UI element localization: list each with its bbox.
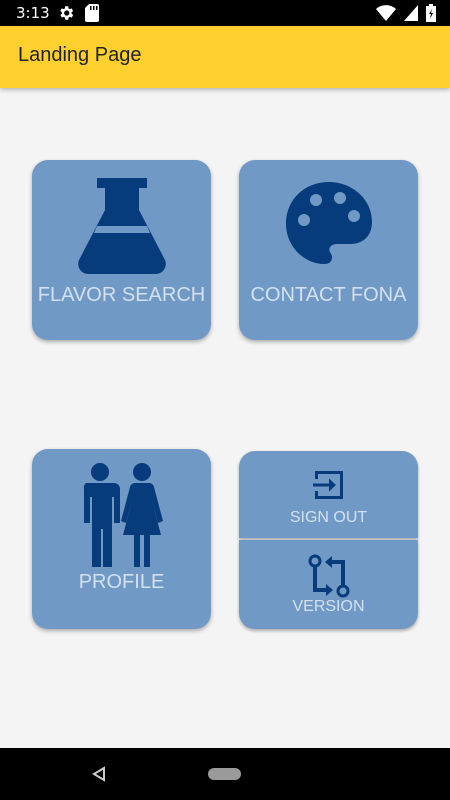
- palette-icon: [285, 182, 372, 264]
- profile-button[interactable]: PROFILE: [32, 449, 211, 629]
- status-time: 3:13: [16, 4, 50, 22]
- version-button[interactable]: VERSION: [239, 540, 418, 629]
- nav-bar: [0, 748, 450, 800]
- contact-fona-label: CONTACT FONA: [250, 284, 407, 306]
- page-title: Landing Page: [18, 44, 142, 66]
- exit-icon: [312, 471, 343, 499]
- version-label: VERSION: [292, 598, 365, 615]
- people-icon: [83, 463, 163, 567]
- flask-icon: [77, 178, 166, 274]
- signal-icon: [404, 5, 418, 21]
- battery-icon: [426, 4, 436, 22]
- sign-out-button[interactable]: SIGN OUT: [239, 451, 418, 538]
- profile-label: PROFILE: [78, 571, 165, 593]
- wifi-icon: [376, 5, 396, 21]
- flavor-search-label: FLAVOR SEARCH: [37, 284, 206, 306]
- flavor-search-button[interactable]: FLAVOR SEARCH: [32, 160, 211, 340]
- gear-icon: [60, 6, 74, 20]
- app-bar: Landing Page: [0, 26, 450, 88]
- sd-card-icon: [85, 4, 99, 22]
- compare-arrows-icon: [308, 554, 349, 598]
- status-bar: 3:13: [0, 0, 450, 26]
- back-icon[interactable]: [92, 766, 106, 782]
- contact-fona-button[interactable]: CONTACT FONA: [239, 160, 418, 340]
- home-pill-icon[interactable]: [208, 768, 241, 780]
- sign-out-label: SIGN OUT: [289, 509, 368, 526]
